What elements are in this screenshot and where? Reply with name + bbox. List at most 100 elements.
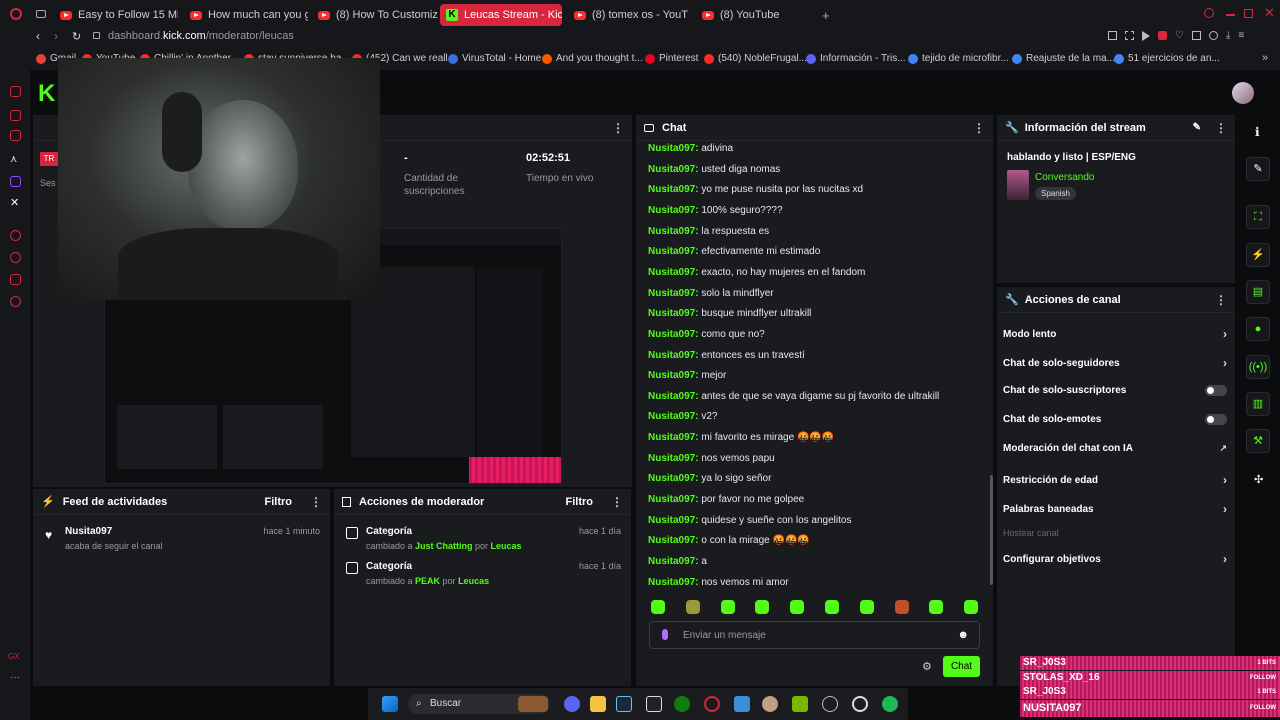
extensions-icon[interactable]	[1208, 31, 1218, 40]
toggle-switch[interactable]	[1205, 385, 1227, 396]
play-icon[interactable]	[1142, 31, 1150, 41]
chat-username[interactable]: Nusita097:	[648, 143, 699, 154]
chat-bubble-icon[interactable]: ●	[1246, 317, 1270, 341]
emote-icon[interactable]	[964, 600, 979, 614]
chat-username[interactable]: Nusita097:	[648, 246, 699, 257]
messenger-icon[interactable]	[10, 110, 21, 121]
close-window-icon[interactable]: ✕	[1264, 5, 1275, 21]
chat-username[interactable]: Nusita097:	[648, 432, 699, 443]
settings-icon[interactable]	[10, 296, 21, 307]
emote-icon[interactable]	[929, 600, 944, 614]
forward-icon[interactable]: ›	[54, 29, 58, 43]
kebab-icon[interactable]: ⋮	[1215, 121, 1227, 135]
kebab-icon[interactable]: ⋮	[611, 495, 623, 509]
x-icon[interactable]: ✕	[10, 196, 19, 209]
chat-username[interactable]: Nusita097:	[648, 535, 699, 546]
nvidia-icon[interactable]	[792, 696, 808, 712]
kick-sidebar-icon[interactable]: ⋏	[10, 154, 17, 165]
history-icon[interactable]	[10, 230, 21, 241]
emoji-icon[interactable]: ☻	[957, 629, 969, 641]
gear-icon[interactable]: ⚙	[922, 660, 932, 673]
bookmark[interactable]: VirusTotal - Home	[448, 53, 541, 64]
back-icon[interactable]: ‹	[36, 29, 40, 43]
steam-icon[interactable]	[616, 696, 632, 712]
channel-action-2[interactable]: Chat de solo-suscriptores	[1003, 385, 1227, 396]
cube-icon[interactable]	[1191, 31, 1201, 40]
photos-icon[interactable]	[734, 696, 750, 712]
bookmark[interactable]: Reajuste de la ma...	[1012, 53, 1115, 64]
emote-icon[interactable]	[755, 600, 770, 614]
browser-tab[interactable]: How much can you grow	[184, 4, 308, 26]
chat-scrollbar[interactable]	[990, 475, 993, 585]
bookmark[interactable]: 51 ejercicios de an...	[1114, 53, 1220, 64]
chat-username[interactable]: Nusita097:	[648, 411, 699, 422]
emote-icon[interactable]	[894, 600, 909, 614]
extension-icons[interactable]: ♡ ⤓ ≡	[1108, 31, 1268, 43]
kebab-icon[interactable]: ⋮	[612, 121, 624, 135]
speech-icon[interactable]	[10, 274, 21, 285]
clip-icon[interactable]: ⛶	[1246, 205, 1270, 229]
download-icon[interactable]: ⤓	[1226, 31, 1230, 43]
obs-icon[interactable]	[852, 696, 868, 712]
menu-icon[interactable]: ≡	[1238, 31, 1244, 43]
folder-icon[interactable]	[590, 696, 606, 712]
chat-username[interactable]: Nusita097:	[648, 556, 699, 567]
pin-icon[interactable]	[1108, 31, 1117, 40]
twitch-icon[interactable]	[10, 176, 21, 187]
emote-icon[interactable]	[720, 600, 735, 614]
taskbar-search[interactable]: ⌕ Buscar	[408, 694, 550, 714]
edit-icon[interactable]: ✎	[1246, 157, 1270, 181]
browser-tab-active[interactable]: KLeucas Stream - Kick Da	[440, 4, 562, 26]
toggle-switch[interactable]	[1205, 414, 1227, 425]
chat-username[interactable]: Nusita097:	[648, 453, 699, 464]
emote-icon[interactable]	[651, 600, 665, 614]
info-icon[interactable]: ℹ	[1255, 125, 1260, 139]
plugins-icon[interactable]: ✣	[1254, 473, 1263, 486]
layout-icon[interactable]: ▥	[1246, 392, 1270, 416]
bookmark[interactable]: (540) NobleFrugal...	[704, 53, 807, 64]
browser-tab[interactable]: (8) tomex os - YouTube	[568, 4, 688, 26]
tools-icon[interactable]: ⚒	[1246, 429, 1270, 453]
emote-icon[interactable]	[790, 600, 805, 614]
more-bookmarks-icon[interactable]: »	[1262, 52, 1268, 64]
heart-icon[interactable]: ♡	[1175, 31, 1184, 43]
chat-username[interactable]: Nusita097:	[648, 350, 699, 361]
emote-icon[interactable]	[685, 600, 700, 614]
filter-button[interactable]: Filtro	[265, 496, 293, 508]
channel-action-5[interactable]: Restricción de edad ›	[1003, 473, 1227, 487]
gx-icon[interactable]	[10, 130, 21, 141]
kick-logo[interactable]: K	[38, 80, 55, 108]
windows-start-icon[interactable]	[382, 696, 398, 712]
chat-username[interactable]: Nusita097:	[648, 308, 699, 319]
chat-username[interactable]: Nusita097:	[648, 164, 699, 175]
chat-username[interactable]: Nusita097:	[648, 288, 699, 299]
workspaces-icon[interactable]	[36, 10, 46, 18]
channel-action-0[interactable]: Modo lento ›	[1003, 327, 1227, 341]
emote-icon[interactable]	[825, 600, 839, 614]
browser-tab[interactable]: (8) How To Customize Yo	[312, 4, 438, 26]
filter-button[interactable]: Filtro	[566, 496, 594, 508]
maximize-icon[interactable]	[1244, 9, 1253, 18]
channel-action-6[interactable]: Palabras baneadas ›	[1003, 502, 1227, 516]
bolt-icon[interactable]: ⚡	[1246, 243, 1270, 267]
kebab-icon[interactable]: ⋮	[973, 121, 985, 135]
kebab-icon[interactable]: ⋮	[310, 495, 322, 509]
list-item[interactable]: Categoría cambiado a Just Chatting por L…	[346, 526, 621, 551]
chat-username[interactable]: Nusita097:	[648, 226, 699, 237]
list-item[interactable]: ♥ Nusita097 acaba de seguir el canal hac…	[45, 526, 320, 551]
chat-username[interactable]: Nusita097:	[648, 473, 699, 484]
chat-username[interactable]: Nusita097:	[648, 391, 699, 402]
kebab-icon[interactable]: ⋮	[1215, 293, 1227, 307]
chat-username[interactable]: Nusita097:	[648, 184, 699, 195]
opera-gx-icon[interactable]	[704, 696, 720, 712]
microphone-icon[interactable]	[662, 629, 668, 640]
xbox-icon[interactable]	[674, 696, 690, 712]
channel-action-3[interactable]: Chat de solo-emotes	[1003, 414, 1227, 425]
notes-icon[interactable]: ▤	[1246, 280, 1270, 304]
browser-tab[interactable]: Easy to Follow 15 Minute	[54, 4, 178, 26]
edit-icon[interactable]: ✎	[1193, 122, 1201, 133]
app-icon[interactable]	[762, 696, 778, 712]
chat-username[interactable]: Nusita097:	[648, 370, 699, 381]
snapshot-icon[interactable]	[1125, 31, 1134, 40]
reload-icon[interactable]: ↻	[72, 30, 81, 43]
